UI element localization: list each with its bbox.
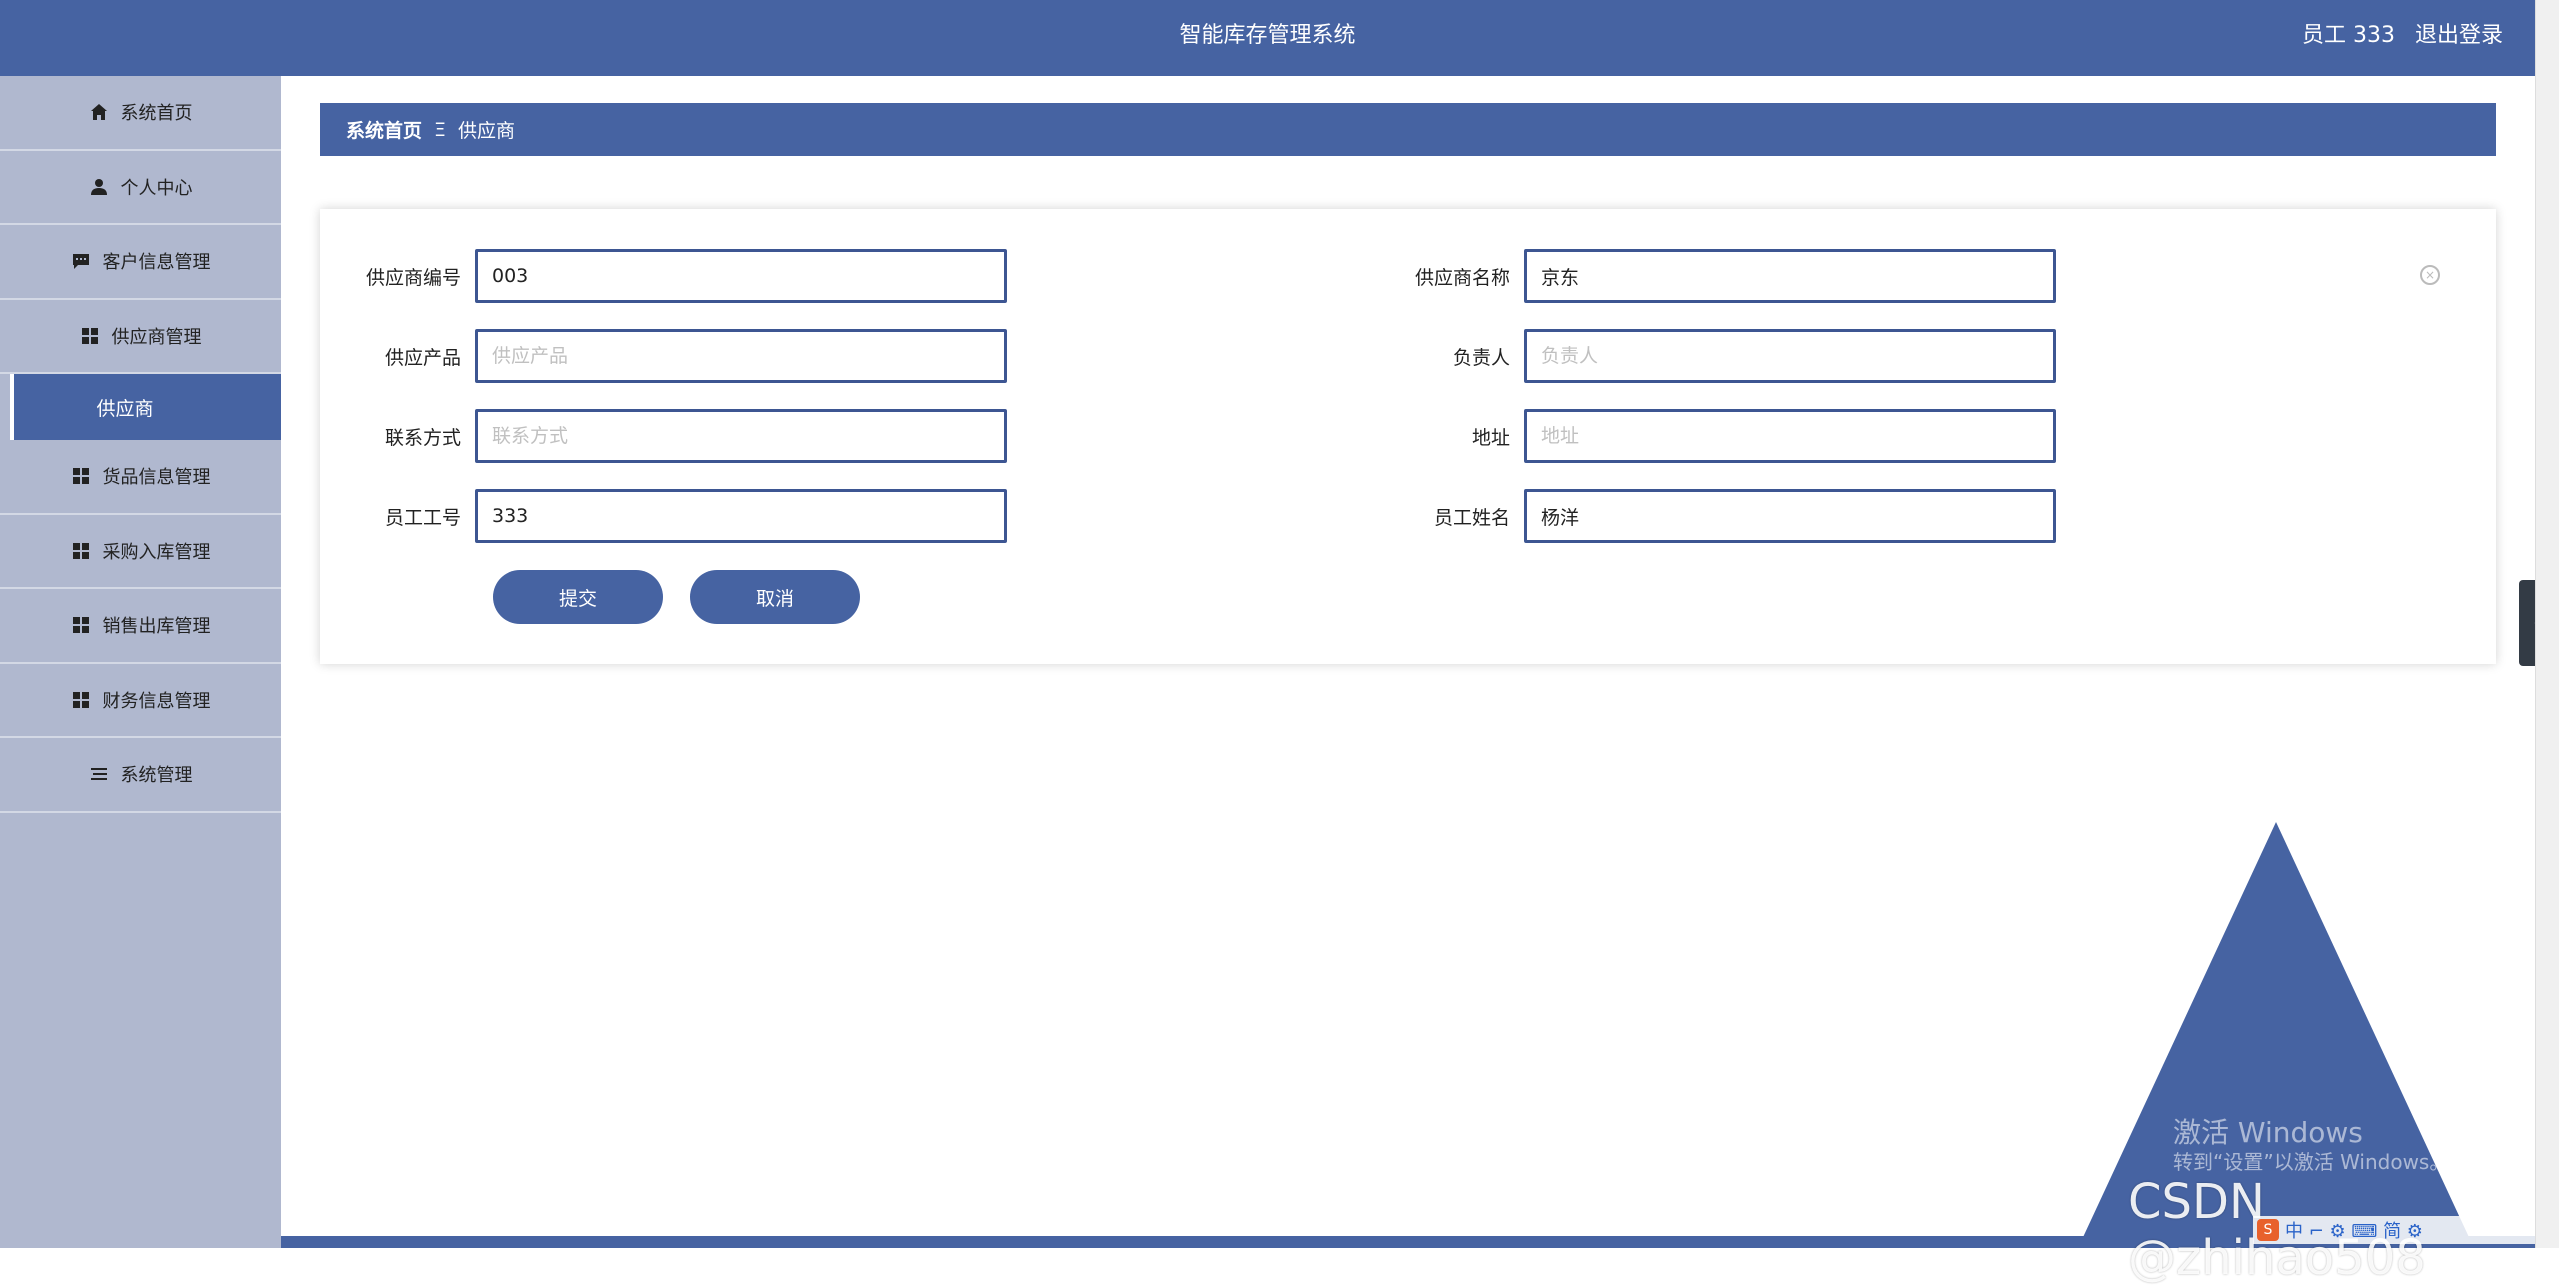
sidebar-item-label: 个人中心 — [120, 177, 193, 199]
employee-id-label: 员工工号 — [384, 506, 461, 529]
sidebar: 系统首页 个人中心 客户信息管理 供应商管理 供应商 货品信息管理 采购入库管理 — [0, 76, 281, 1248]
supplier-product-input[interactable] — [475, 329, 1007, 383]
sogou-logo-icon: S — [2257, 1219, 2279, 1241]
breadcrumb: 系统首页 Ξ 供应商 — [320, 103, 2496, 156]
sidebar-item-home[interactable]: 系统首页 — [0, 76, 281, 151]
form-row-employee-id: 员工工号 — [320, 489, 1007, 543]
sidebar-item-label: 销售出库管理 — [102, 616, 211, 638]
grid-icon — [80, 326, 100, 346]
contact-label: 联系方式 — [384, 426, 461, 449]
app-title: 智能库存管理系统 — [1179, 23, 1356, 48]
employee-name-label: 员工姓名 — [1433, 506, 1510, 529]
submit-button[interactable]: 提交 — [493, 570, 663, 624]
tray-text: 中 ⌐ ⚙ ⌨ 简 ⚙ — [2285, 1221, 2423, 1242]
sidebar-subitem-supplier[interactable]: 供应商 — [10, 374, 281, 440]
sidebar-item-label: 系统管理 — [120, 765, 193, 787]
logout-link[interactable]: 退出登录 — [2415, 0, 2503, 72]
supplier-name-input[interactable] — [1524, 249, 2056, 303]
sidebar-item-customers[interactable]: 客户信息管理 — [0, 225, 281, 300]
sidebar-item-purchase-inbound[interactable]: 采购入库管理 — [0, 515, 281, 589]
form-row-supplier-product: 供应产品 — [320, 329, 1007, 383]
sidebar-item-system[interactable]: 系统管理 — [0, 738, 281, 813]
sidebar-item-finance[interactable]: 财务信息管理 — [0, 664, 281, 738]
form-row-contact: 联系方式 — [320, 409, 1007, 463]
breadcrumb-home[interactable]: 系统首页 — [346, 116, 422, 143]
supplier-name-label: 供应商名称 — [1414, 266, 1510, 289]
contact-input[interactable] — [475, 409, 1007, 463]
grid-icon — [71, 466, 91, 486]
grid-icon — [71, 541, 91, 561]
breadcrumb-separator: Ξ — [434, 118, 447, 141]
form-row-supplier-name: 供应商名称 — [1369, 249, 2056, 303]
activation-title: 激活 Windows — [2173, 1116, 2363, 1149]
home-icon — [89, 102, 109, 122]
sidebar-item-suppliers[interactable]: 供应商管理 — [0, 300, 281, 374]
sidebar-item-label: 采购入库管理 — [102, 541, 211, 563]
grid-icon — [71, 615, 91, 635]
manager-label: 负责人 — [1452, 346, 1510, 369]
sidebar-item-label: 财务信息管理 — [102, 690, 211, 712]
chat-icon — [71, 251, 91, 271]
user-label: 员工 333 — [2301, 23, 2395, 48]
manager-input[interactable] — [1524, 329, 2056, 383]
sidebar-item-sales-outbound[interactable]: 销售出库管理 — [0, 589, 281, 664]
employee-name-input[interactable] — [1524, 489, 2056, 543]
form-row-address: 地址 — [1369, 409, 2056, 463]
supplier-code-input[interactable] — [475, 249, 1007, 303]
sidebar-item-label: 货品信息管理 — [102, 467, 211, 489]
address-input[interactable] — [1524, 409, 2056, 463]
form-row-manager: 负责人 — [1369, 329, 2056, 383]
grid-icon — [71, 690, 91, 710]
supplier-code-label: 供应商编号 — [365, 266, 461, 289]
form-row-employee-name: 员工姓名 — [1369, 489, 2056, 543]
activation-subtitle: 转到“设置”以激活 Windows。 — [2173, 1149, 2450, 1174]
cancel-button[interactable]: 取消 — [690, 570, 860, 624]
sidebar-item-label: 系统首页 — [120, 103, 193, 125]
address-label: 地址 — [1471, 426, 1510, 449]
page-scrollbar[interactable] — [2535, 0, 2559, 1248]
form-row-supplier-code: 供应商编号 — [320, 249, 1007, 303]
supplier-product-label: 供应产品 — [384, 346, 461, 369]
user-icon — [89, 177, 109, 197]
sidebar-item-goods[interactable]: 货品信息管理 — [0, 440, 281, 515]
ime-tray[interactable]: S 中 ⌐ ⚙ ⌨ 简 ⚙ — [2253, 1216, 2553, 1244]
menu-lines-icon — [89, 764, 109, 784]
employee-id-input[interactable] — [475, 489, 1007, 543]
breadcrumb-current: 供应商 — [458, 120, 516, 142]
sidebar-item-profile[interactable]: 个人中心 — [0, 151, 281, 225]
sidebar-item-label: 供应商管理 — [111, 326, 202, 348]
supplier-form-card: × 供应商编号 供应商名称 供应产品 负责人 联系方式 地址 员工工号 员工姓名… — [320, 209, 2496, 664]
top-header: 智能库存管理系统 员工 333 退出登录 — [0, 0, 2535, 76]
sidebar-item-label: 客户信息管理 — [102, 252, 211, 274]
windows-activation-watermark: 激活 Windows 转到“设置”以激活 Windows。 — [2173, 1116, 2449, 1174]
close-icon[interactable]: × — [2420, 265, 2440, 285]
user-area: 员工 333 退出登录 — [2302, 0, 2503, 72]
